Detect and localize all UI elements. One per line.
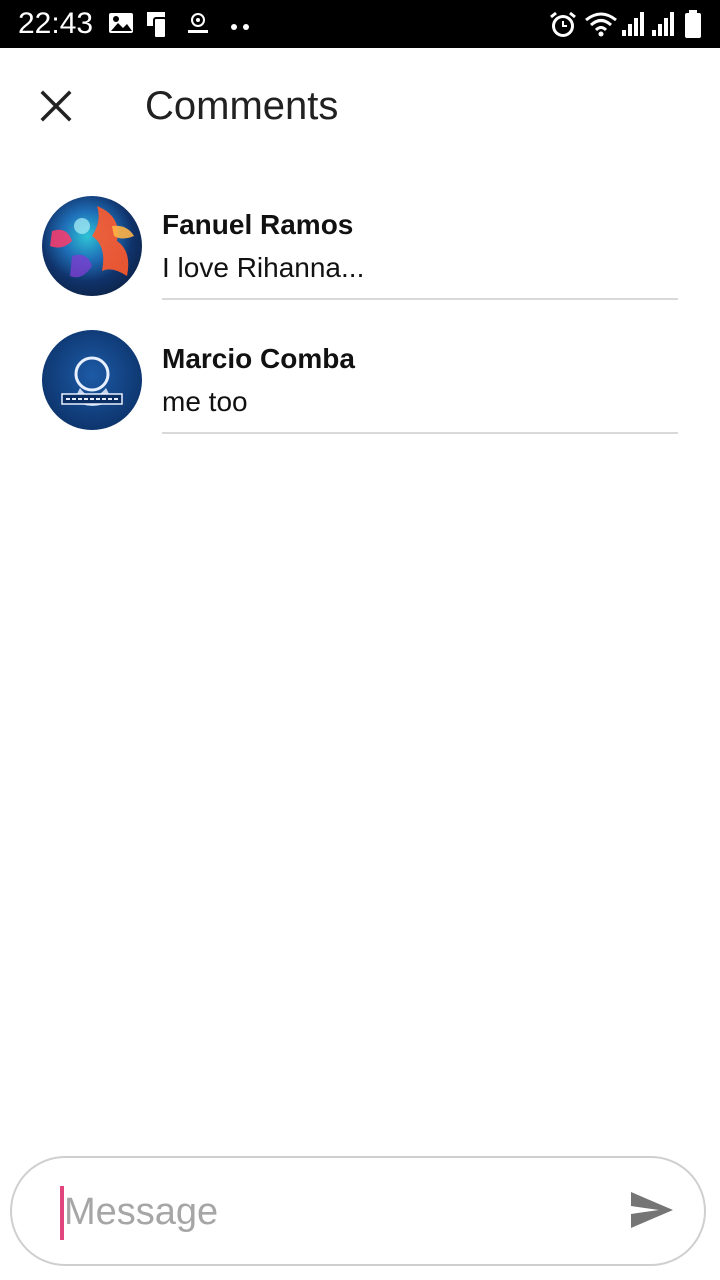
send-button[interactable] bbox=[620, 1182, 684, 1242]
more-dots-icon bbox=[230, 18, 250, 36]
battery-icon bbox=[684, 10, 702, 43]
page-title: Comments bbox=[145, 84, 339, 128]
image-icon bbox=[108, 10, 134, 41]
close-button[interactable] bbox=[24, 76, 88, 140]
close-icon bbox=[40, 90, 72, 127]
avatar[interactable] bbox=[42, 330, 142, 430]
comment-item[interactable]: Fanuel Ramos I love Rihanna... bbox=[0, 180, 720, 314]
comment-author: Marcio Comba bbox=[162, 343, 355, 374]
comment-body: Marcio Comba me too bbox=[162, 314, 678, 434]
comment-text: I love Rihanna... bbox=[162, 252, 365, 283]
signal-icon bbox=[620, 10, 646, 43]
send-icon bbox=[629, 1190, 675, 1235]
app-icon bbox=[186, 12, 210, 41]
comments-list: Fanuel Ramos I love Rihanna... Marcio Co… bbox=[0, 180, 720, 448]
status-time: 22:43 bbox=[18, 7, 94, 40]
alarm-icon bbox=[548, 10, 578, 45]
avatar[interactable] bbox=[42, 196, 142, 296]
comment-text: me too bbox=[162, 386, 248, 417]
app-bar: Comments bbox=[0, 48, 720, 164]
wifi-icon bbox=[584, 10, 618, 43]
comment-item[interactable]: Marcio Comba me too bbox=[0, 314, 720, 448]
message-composer bbox=[10, 1156, 706, 1266]
phone-icon bbox=[146, 10, 174, 43]
signal-icon bbox=[650, 10, 676, 43]
status-bar: 22:43 bbox=[0, 0, 720, 48]
message-input[interactable] bbox=[64, 1180, 604, 1244]
comment-body: Fanuel Ramos I love Rihanna... bbox=[162, 180, 678, 300]
comment-author: Fanuel Ramos bbox=[162, 209, 354, 240]
